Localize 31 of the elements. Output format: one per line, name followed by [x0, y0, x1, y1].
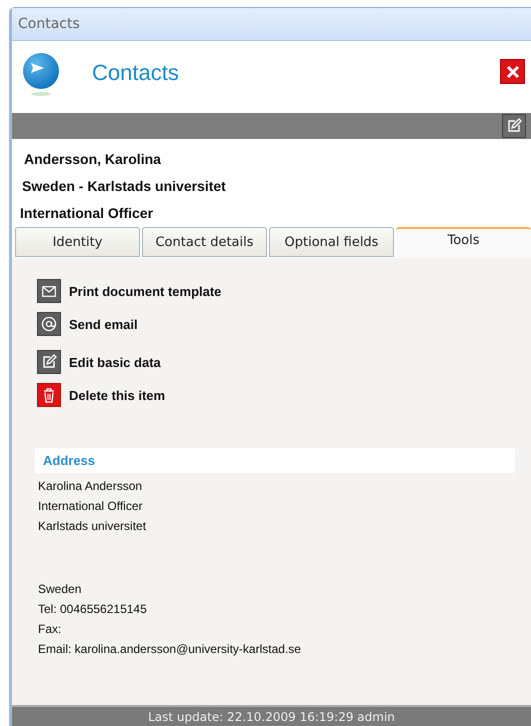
at-sign-icon: [41, 316, 57, 332]
contact-organisation: Sweden - Karlstads universitet: [22, 178, 227, 194]
section-heading: Address: [35, 448, 515, 473]
tab[interactable]: Tools: [396, 227, 531, 258]
edit-button[interactable]: [502, 114, 526, 138]
address-line: Sweden: [38, 581, 82, 598]
address-line: International Officer: [38, 498, 144, 515]
envelope-icon: [42, 286, 56, 296]
address-line: Fax:: [38, 621, 62, 638]
tool-link[interactable]: Edit basic data: [69, 354, 161, 370]
contact-role: International Officer: [20, 205, 154, 221]
status-bar: Last update: 22.10.2009 16:19:29 admin: [12, 705, 531, 726]
tool-link[interactable]: Delete this item: [69, 388, 166, 402]
address-line: Email: karolina.andersson@university-karlstad.se: [38, 641, 302, 658]
window-title: Contacts: [18, 16, 80, 32]
close-icon: [506, 64, 520, 78]
close-button[interactable]: [500, 59, 525, 84]
tool-link[interactable]: Send email: [69, 316, 138, 332]
trash-icon: [43, 388, 55, 402]
tab[interactable]: Optional fields: [269, 227, 394, 257]
edit-icon: [41, 354, 57, 370]
contact-name: Andersson, Karolina: [24, 151, 162, 167]
address-line: Karlstads universitet: [38, 518, 148, 535]
tab[interactable]: Identity: [15, 227, 140, 257]
page-title: Contacts: [92, 60, 179, 86]
address-line: Karolina Andersson: [38, 478, 144, 495]
logo-icon: [22, 53, 60, 97]
tool-link[interactable]: Print document template: [69, 284, 222, 298]
tab[interactable]: Contact details: [142, 227, 267, 257]
address-line: Tel: 0046556215145: [38, 601, 148, 618]
edit-icon: [506, 118, 522, 134]
